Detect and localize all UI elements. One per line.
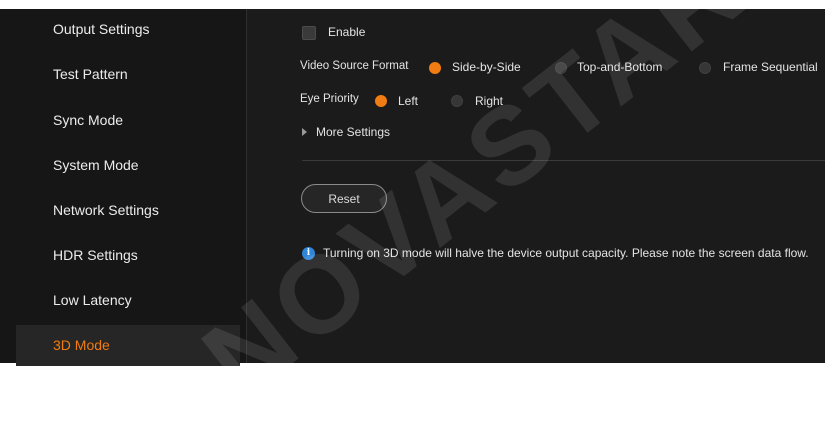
enable-label: Enable (328, 25, 366, 39)
video-source-format-label: Video Source Format (300, 60, 409, 72)
radio-side-by-side[interactable] (429, 62, 441, 74)
sidebar-item-network-settings[interactable]: Network Settings (16, 190, 240, 231)
sidebar-item-output-settings[interactable]: Output Settings (16, 9, 240, 50)
info-message: Turning on 3D mode will halve the device… (323, 246, 809, 260)
section-divider (302, 160, 825, 161)
main-panel: Enable Video Source Format Side-by-Side … (247, 9, 825, 363)
option-side-by-side: Side-by-Side (452, 60, 521, 74)
option-right: Right (475, 94, 504, 108)
sidebar-item-hdr-settings[interactable]: HDR Settings (16, 235, 240, 276)
radio-left[interactable] (375, 95, 387, 107)
eye-priority-label: Eye Priority (300, 93, 359, 105)
app-frame: Output Settings Test Pattern Sync Mode S… (0, 0, 825, 422)
radio-frame-sequential[interactable] (699, 62, 711, 74)
option-top-and-bottom: Top-and-Bottom (577, 60, 663, 74)
sidebar-item-test-pattern[interactable]: Test Pattern (16, 54, 240, 95)
sidebar-item-low-latency[interactable]: Low Latency (16, 280, 240, 321)
radio-top-and-bottom[interactable] (555, 62, 567, 74)
sidebar-item-system-mode[interactable]: System Mode (16, 145, 240, 186)
reset-button[interactable]: Reset (301, 184, 387, 213)
sidebar-item-sync-mode[interactable]: Sync Mode (16, 100, 240, 141)
info-icon: i (302, 247, 315, 260)
radio-right[interactable] (451, 95, 463, 107)
enable-checkbox[interactable] (302, 26, 316, 40)
sidebar: Output Settings Test Pattern Sync Mode S… (0, 9, 246, 366)
sidebar-item-3d-mode[interactable]: 3D Mode (16, 325, 240, 366)
option-frame-sequential: Frame Sequential (723, 60, 818, 74)
more-settings-toggle[interactable]: More Settings (316, 125, 390, 139)
caret-right-icon[interactable] (302, 128, 307, 136)
option-left: Left (398, 94, 419, 108)
